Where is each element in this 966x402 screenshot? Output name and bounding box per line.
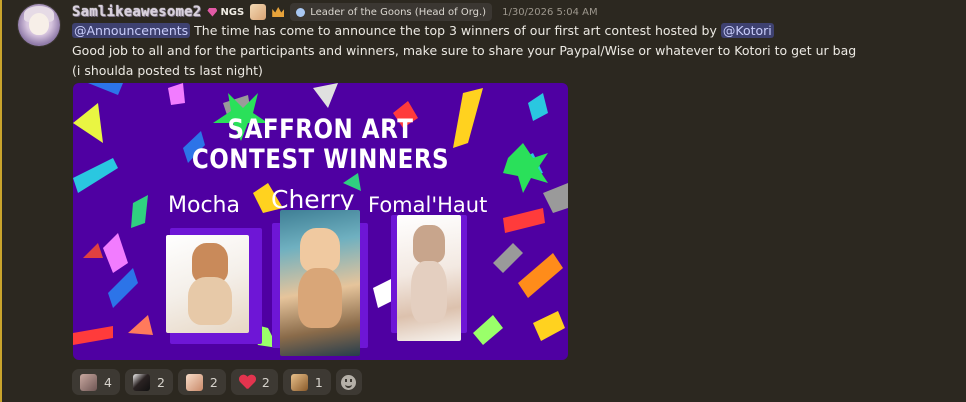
user-avatar[interactable]	[18, 4, 60, 46]
dark-avatar-emoji-icon	[132, 373, 150, 391]
gem-icon	[207, 7, 218, 17]
reaction-count: 4	[104, 374, 112, 390]
role-label: Leader of the Goons (Head of Org.)	[310, 6, 487, 18]
reaction-2[interactable]: 2	[124, 369, 173, 395]
role-pill[interactable]: Leader of the Goons (Head of Org.)	[290, 3, 493, 21]
reaction-count: 2	[156, 374, 165, 390]
attached-image[interactable]: SAFFRON ART CONTEST WINNERS Mocha Cherry…	[73, 83, 568, 360]
reactions-bar: 4 2 2 2 1	[72, 369, 362, 395]
artwork-cherry	[280, 210, 360, 356]
message-line-1: @Announcements The time has come to anno…	[72, 22, 774, 40]
badge-icon[interactable]	[250, 4, 267, 20]
message-timestamp: 1/30/2026 5:04 AM	[502, 6, 598, 18]
message-highlight-bar	[0, 0, 2, 402]
message-line-2: Good job to all and for the participants…	[72, 43, 857, 58]
guild-tag[interactable]: NGS	[207, 7, 244, 18]
avatar-emoji-icon	[80, 373, 97, 391]
mention-announcements[interactable]: @Announcements	[72, 23, 191, 38]
embed-title-line-2: CONTEST WINNERS	[191, 145, 450, 175]
reaction-count: 1	[314, 374, 323, 390]
reaction-count: 2	[261, 374, 270, 390]
reaction-4[interactable]: 2	[230, 369, 278, 395]
heart-icon	[239, 375, 255, 390]
guild-tag-label: NGS	[220, 6, 245, 18]
add-reaction-button[interactable]	[335, 369, 362, 395]
username[interactable]: Samlikeawesome2	[72, 4, 201, 20]
sticker-emoji-icon	[185, 373, 203, 391]
cat-emoji-icon	[290, 373, 308, 391]
reaction-count: 2	[209, 374, 218, 390]
winner-label-fomalhaut: Fomal'Haut	[368, 193, 488, 217]
artwork-mocha	[166, 235, 249, 333]
reaction-5[interactable]: 1	[282, 369, 331, 395]
message-header: Samlikeawesome2 NGS Leader of the Goons …	[72, 3, 598, 21]
artwork-fomalhaut	[397, 215, 461, 341]
message-line-3: (i shoulda posted ts last night)	[72, 63, 263, 78]
reaction-3[interactable]: 2	[177, 369, 226, 395]
embed-title-line-1: SAFFRON ART	[227, 115, 414, 145]
crown-icon	[272, 7, 285, 17]
reaction-1[interactable]: 4	[72, 369, 120, 395]
winner-label-mocha: Mocha	[168, 193, 240, 218]
mention-kotori[interactable]: @Kotori	[720, 23, 774, 38]
role-color-dot	[296, 7, 306, 17]
smile-icon	[341, 374, 357, 390]
message-text-1: The time has come to announce the top 3 …	[190, 23, 721, 38]
